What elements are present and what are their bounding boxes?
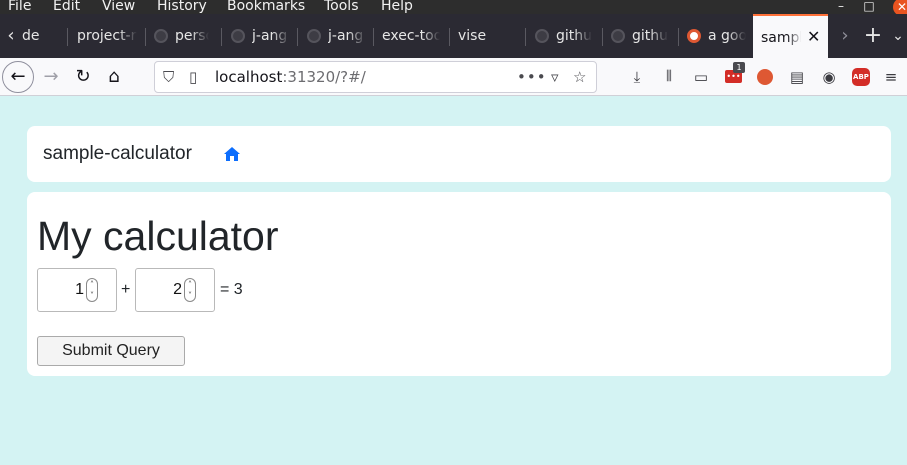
- duckduckgo-extension-icon[interactable]: [754, 66, 776, 88]
- github-icon: [535, 29, 549, 43]
- menu-tools[interactable]: Tools: [324, 0, 359, 14]
- first-number-spinner[interactable]: ˄ ˅: [86, 278, 98, 302]
- reload-icon[interactable]: ↻: [68, 62, 98, 92]
- extension-lastpass-icon[interactable]: ••• 1: [722, 62, 745, 88]
- page-title: My calculator: [37, 213, 279, 259]
- downloads-icon[interactable]: ⤓: [626, 66, 648, 88]
- tab[interactable]: exec-tool: [382, 14, 440, 58]
- close-tab-icon[interactable]: ✕: [807, 28, 820, 46]
- account-icon[interactable]: ◉: [818, 66, 840, 88]
- second-number-value[interactable]: 2: [136, 269, 182, 311]
- browser-chrome: File Edit View History Bookmarks Tools H…: [0, 0, 907, 96]
- home-icon[interactable]: [224, 147, 240, 161]
- tab-label: vise: [458, 28, 487, 44]
- tab[interactable]: j-ang: [328, 14, 366, 58]
- submit-button[interactable]: Submit Query: [37, 336, 185, 366]
- pocket-icon[interactable]: ▿: [551, 62, 559, 92]
- minimize-icon[interactable]: –: [834, 0, 848, 13]
- tabs-scroll-right-icon[interactable]: ›: [836, 14, 854, 58]
- tab[interactable]: project-r: [77, 14, 137, 58]
- tab[interactable]: a goo: [708, 14, 746, 58]
- tab[interactable]: j-ang: [252, 14, 290, 58]
- second-number-spinner[interactable]: ˄ ˅: [184, 278, 196, 302]
- hamburger-menu-icon[interactable]: ≡: [880, 66, 902, 88]
- github-icon: [231, 29, 245, 43]
- plus-operator: +: [121, 281, 131, 298]
- bookmark-star-icon[interactable]: ☆: [573, 62, 586, 92]
- calculator-card: My calculator 1 ˄ ˅ + 2 ˄ ˅ = 3 Submit Que…: [27, 192, 891, 376]
- notification-badge: 1: [733, 62, 745, 73]
- forward-arrow-icon[interactable]: →: [36, 62, 66, 92]
- url-bar[interactable]: ⛉ ▯ localhost:31320/?#/ ••• ▿ ☆: [154, 61, 597, 93]
- menu-history[interactable]: History: [157, 0, 207, 14]
- menu-help[interactable]: Help: [381, 0, 413, 14]
- tab-strip: ‹ de project-r perso j-ang j-ang exec-to…: [0, 14, 907, 58]
- first-number-value[interactable]: 1: [38, 269, 84, 311]
- first-number-input[interactable]: 1 ˄ ˅: [37, 268, 117, 312]
- app-navbar: sample-calculator: [27, 126, 891, 182]
- navigation-toolbar: ← → ↻ ⌂ ⛉ ▯ localhost:31320/?#/ ••• ▿ ☆ …: [0, 58, 907, 96]
- menu-bookmarks[interactable]: Bookmarks: [227, 0, 305, 14]
- new-tab-icon[interactable]: +: [862, 14, 884, 58]
- tab[interactable]: perso: [175, 14, 209, 58]
- sidebar-icon[interactable]: ▭: [690, 66, 712, 88]
- reader-view-icon[interactable]: ▤: [786, 66, 808, 88]
- app-brand[interactable]: sample-calculator: [43, 142, 192, 166]
- menu-bar: File Edit View History Bookmarks Tools H…: [0, 0, 907, 16]
- github-icon: [611, 29, 625, 43]
- github-icon: [154, 29, 168, 43]
- maximize-icon[interactable]: □: [862, 0, 876, 13]
- duckduckgo-icon: [687, 29, 701, 43]
- tab[interactable]: githu: [632, 14, 668, 58]
- github-icon: [307, 29, 321, 43]
- shield-icon[interactable]: ⛉: [163, 62, 174, 92]
- result-text: = 3: [220, 281, 243, 298]
- tab[interactable]: de: [22, 14, 66, 58]
- library-icon[interactable]: ⫼: [658, 66, 680, 88]
- tab[interactable]: githu: [556, 14, 592, 58]
- adblock-plus-icon[interactable]: ABP: [850, 66, 872, 88]
- tab-label: de: [22, 28, 40, 44]
- tab[interactable]: vise: [458, 14, 514, 58]
- menu-edit[interactable]: Edit: [53, 0, 80, 14]
- page-actions-icon[interactable]: •••: [517, 62, 547, 92]
- tab-list-icon[interactable]: ⌄: [889, 14, 907, 58]
- second-number-input[interactable]: 2 ˄ ˅: [135, 268, 215, 312]
- url-text[interactable]: localhost:31320/?#/: [215, 62, 366, 92]
- menu-view[interactable]: View: [102, 0, 135, 14]
- tab-active[interactable]: sample-calculator ✕: [753, 14, 828, 58]
- home-toolbar-icon[interactable]: ⌂: [99, 62, 129, 92]
- tabs-scroll-left-icon[interactable]: ‹: [2, 14, 20, 58]
- back-arrow-icon[interactable]: ←: [2, 61, 34, 93]
- menu-file[interactable]: File: [8, 0, 31, 14]
- page-info-icon[interactable]: ▯: [189, 62, 197, 92]
